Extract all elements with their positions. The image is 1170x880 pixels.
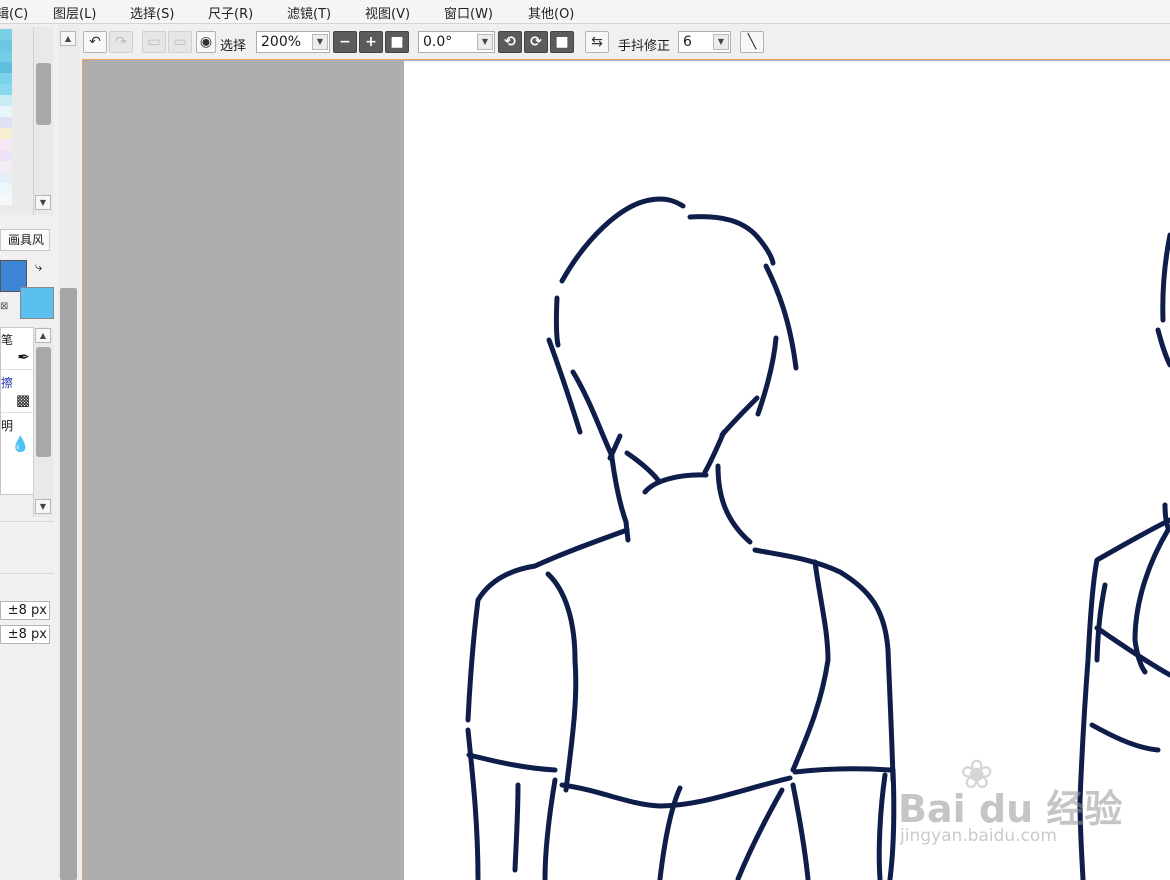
tool-eraser[interactable]: 擦 ▩ [1,371,34,413]
menu-bar: 辑(C) 图层(L) 选择(S) 尺子(R) 滤镜(T) 视图(V) 窗口(W)… [0,0,1170,24]
select-label: 选择 [220,39,247,54]
menu-select[interactable]: 选择(S) [130,3,174,22]
tools-scrollbar[interactable]: ▲ ▼ [33,327,53,517]
scroll-down-icon[interactable]: ▼ [35,499,51,514]
canvas-toolbar: ↶ ↷ ▭ ▭ ◉ 选择 200% ▼ − + ■ 0.0° ▼ ⟲ ⟳ ■ ⇆… [79,25,1170,59]
scroll-up-icon[interactable]: ▲ [60,31,76,46]
rotate-right-button[interactable]: ⟳ [524,31,548,53]
straight-line-button[interactable]: ╲ [740,31,764,53]
zoom-value: 200% [261,34,302,50]
tools-scroll-thumb[interactable] [36,347,51,457]
zoom-out-button[interactable]: − [333,31,357,53]
menu-edit[interactable]: 辑(C) [0,3,28,22]
sketch-drawing [465,196,1170,880]
redo-button[interactable]: ↷ [109,31,133,53]
chevron-down-icon[interactable]: ▼ [713,34,729,50]
undo-button[interactable]: ↶ [83,31,107,53]
panel-scroll-thumb[interactable] [60,288,77,880]
menu-ruler[interactable]: 尺子(R) [208,3,253,22]
menu-other[interactable]: 其他(O) [528,3,574,22]
brush-tool-list: 笔 ✒ 擦 ▩ 明 💧 [0,327,35,495]
water-drop-icon: 💧 [11,435,30,453]
zoom-select[interactable]: 200% ▼ [256,31,330,53]
rotation-value: 0.0° [423,34,453,50]
palette-scrollbar[interactable]: ▼ [33,27,53,215]
pen-icon: ✒ [17,348,30,366]
scroll-up-icon[interactable]: ▲ [35,328,51,343]
sub-color-swatch[interactable] [20,287,54,319]
rotate-reset-button[interactable]: ■ [550,31,574,53]
watermark-brand: Bai du 经验 [898,787,1123,831]
tool-label: 明 [1,419,14,433]
tool-pen[interactable]: 笔 ✒ [1,328,34,370]
flip-horizontal-button[interactable]: ⇆ [585,31,609,53]
scroll-down-icon[interactable]: ▼ [35,195,51,210]
menu-view[interactable]: 视图(V) [365,3,410,22]
color-palette[interactable] [0,27,33,215]
transparent-color-icon[interactable]: ⊠ [0,301,12,313]
chevron-down-icon[interactable]: ▼ [477,34,493,50]
chevron-down-icon[interactable]: ▼ [312,34,328,50]
rotate-left-button[interactable]: ⟲ [498,31,522,53]
stabilizer-select[interactable]: 6 ▼ [678,31,731,53]
palette-scroll-thumb[interactable] [36,63,51,125]
tab-brush-style[interactable]: 画具风 [0,229,50,251]
divider [0,521,54,522]
menu-layer[interactable]: 图层(L) [53,3,96,22]
menu-window[interactable]: 窗口(W) [444,3,493,22]
drawing-canvas[interactable]: ❀ [404,61,1170,880]
eraser-icon: ▩ [15,391,30,409]
invert-selection-button[interactable]: ▭ [168,31,192,53]
offset-y-field[interactable]: ±8 px [0,625,50,644]
tool-water[interactable]: 明 💧 [1,414,34,456]
stabilizer-label: 手抖修正 [618,39,671,54]
watermark-url: jingyan.baidu.com [900,826,1057,846]
panel-scrollbar[interactable]: ▲ [58,25,80,880]
swap-colors-icon[interactable]: ⤷ [35,260,42,275]
eye-icon[interactable]: ◉ [196,31,216,53]
stabilizer-value: 6 [683,34,692,50]
divider [0,573,54,574]
deselect-button[interactable]: ▭ [142,31,166,53]
tool-label: 笔 [1,333,14,347]
rotation-select[interactable]: 0.0° ▼ [418,31,495,53]
zoom-reset-button[interactable]: ■ [385,31,409,53]
left-panel: ▼ 画具风 ⤷ ⊠ 笔 ✒ 擦 ▩ 明 💧 ▲ ▼ ±8 px ±8 px [0,25,58,880]
tool-label: 擦 [1,376,14,390]
offset-x-field[interactable]: ±8 px [0,601,50,620]
menu-filter[interactable]: 滤镜(T) [287,3,331,22]
zoom-in-button[interactable]: + [359,31,383,53]
